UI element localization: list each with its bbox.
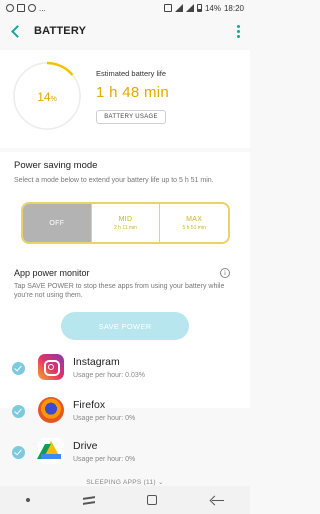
app-usage: Usage per hour: 0%	[73, 456, 136, 463]
battery-percent-sign: %	[50, 96, 57, 103]
drive-icon	[37, 438, 64, 464]
app-usage: Usage per hour: 0%	[73, 415, 136, 422]
clock: 18:20	[223, 3, 244, 13]
app-name: Drive	[73, 440, 98, 452]
app-row-drive[interactable]: Drive Usage per hour: 0%	[0, 432, 250, 472]
navigation-bar	[0, 486, 250, 514]
status-bar-left: ...	[6, 4, 46, 13]
firefox-icon	[38, 397, 64, 423]
mode-duration: 2 h 11 min	[114, 224, 137, 231]
battery-card: 14% Estimated battery life 1 h 48 min BA…	[0, 50, 250, 148]
status-bar: ... 14% 18:20	[0, 0, 250, 16]
home-icon[interactable]	[147, 495, 158, 505]
back-icon[interactable]	[210, 495, 224, 505]
checkbox-checked-icon[interactable]	[12, 446, 25, 459]
mode-name: MID	[118, 215, 133, 223]
power-saving-title: Power saving mode	[14, 160, 98, 171]
battery-percent-number: 14	[37, 90, 51, 104]
battery-usage-button[interactable]: BATTERY USAGE	[96, 110, 166, 124]
app-name: Firefox	[73, 399, 106, 411]
more-options-icon[interactable]	[236, 24, 240, 38]
nav-dot-icon[interactable]	[26, 498, 31, 502]
page-title: BATTERY	[34, 25, 87, 37]
battery-percent: 14%	[204, 3, 221, 13]
power-mode-selector: OFF MID 2 h 11 min MAX 5 h 51 min	[21, 202, 230, 244]
info-icon[interactable]: i	[220, 268, 230, 278]
notification-icon	[28, 4, 36, 12]
mode-mid-option[interactable]: MID 2 h 11 min	[92, 204, 161, 242]
battery-percent-label: 14%	[12, 90, 82, 104]
estimated-life-label: Estimated battery life	[96, 69, 167, 78]
mode-name: OFF	[49, 219, 65, 227]
checkbox-checked-icon[interactable]	[12, 405, 25, 418]
wifi-icon	[174, 4, 183, 12]
estimated-life-value: 1 h 48 min	[96, 84, 170, 101]
sleeping-apps-link[interactable]: SLEEPING APPS (11) ⌄	[0, 478, 250, 486]
checkbox-checked-icon[interactable]	[12, 362, 25, 375]
mode-name: MAX	[186, 215, 203, 223]
messenger-icon	[17, 4, 25, 12]
app-power-monitor-description: Tap SAVE POWER to stop these apps from u…	[14, 283, 225, 299]
save-power-button[interactable]: SAVE POWER	[61, 312, 189, 340]
status-bar-right: 14% 18:20	[163, 3, 244, 13]
app-name: Instagram	[73, 356, 120, 368]
back-arrow-icon[interactable]	[10, 24, 24, 38]
recent-apps-icon[interactable]	[83, 495, 95, 505]
mode-off-option[interactable]: OFF	[23, 204, 92, 242]
app-row-firefox[interactable]: Firefox Usage per hour: 0%	[0, 391, 250, 431]
app-usage: Usage per hour: 0.03%	[73, 372, 145, 379]
mute-icon	[163, 4, 172, 12]
more-notifications: ...	[39, 3, 46, 13]
signal-icon	[185, 4, 194, 12]
app-power-monitor-title: App power monitor	[14, 268, 90, 278]
battery-icon	[196, 4, 202, 12]
app-row-instagram[interactable]: Instagram Usage per hour: 0.03%	[0, 348, 250, 388]
mode-duration: 5 h 51 min	[182, 224, 206, 231]
whatsapp-icon	[6, 4, 14, 12]
power-saving-description: Select a mode below to extend your batte…	[14, 177, 214, 184]
mode-max-option[interactable]: MAX 5 h 51 min	[160, 204, 228, 242]
app-bar: BATTERY	[0, 16, 250, 46]
instagram-icon	[38, 354, 64, 380]
